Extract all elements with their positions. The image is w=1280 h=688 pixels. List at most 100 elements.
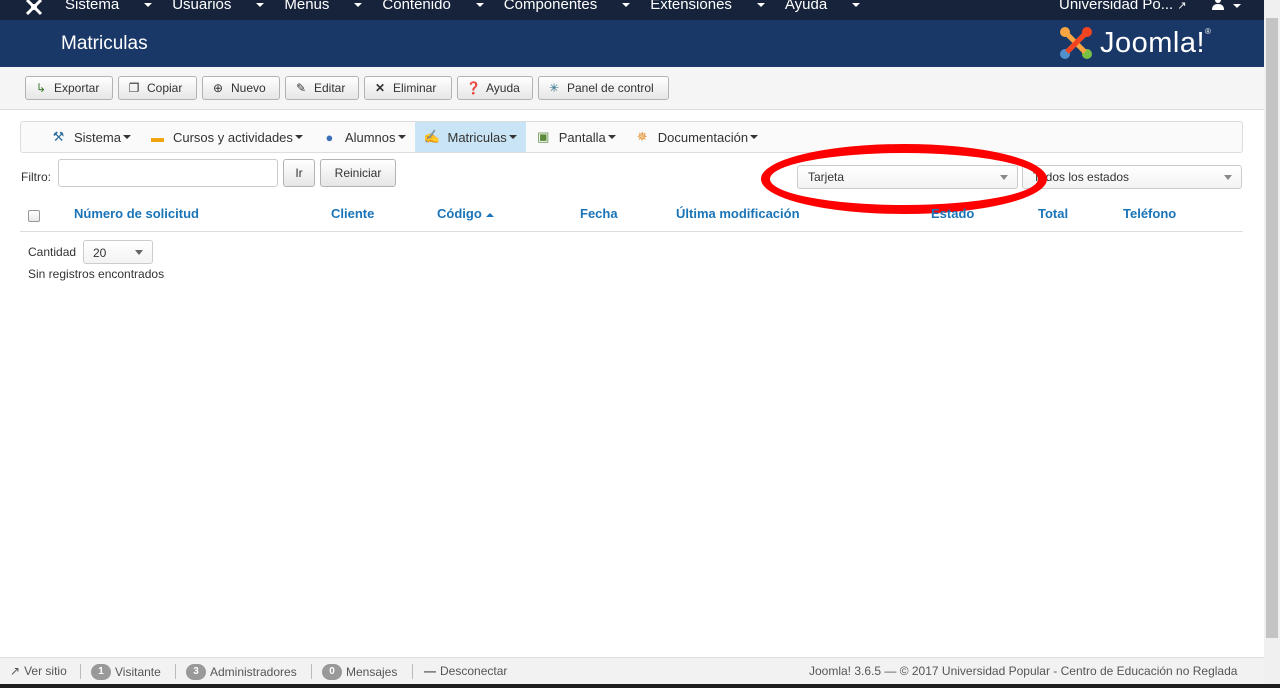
visitors-status: 1 Visitante [91, 664, 161, 680]
table-header: Número de solicitud Cliente Código Fecha… [20, 200, 1243, 232]
submenu-pantalla[interactable]: ▣ Pantalla [526, 122, 625, 152]
status-footer: ↗ Ver sitio 1 Visitante 3 Administradore… [0, 657, 1264, 684]
reset-button[interactable]: Reiniciar [320, 159, 396, 187]
visitors-badge: 1 [91, 664, 111, 680]
scrollbar-thumb[interactable] [1266, 18, 1278, 638]
empty-message: Sin registros encontrados [28, 267, 165, 281]
column-numero-solicitud[interactable]: Número de solicitud [74, 206, 199, 221]
submenu-alumnos[interactable]: ● Alumnos [312, 122, 415, 152]
caret-down-icon [122, 135, 131, 139]
admins-status: 3 Administradores [186, 664, 297, 680]
submenu-documentacion[interactable]: ✵ Documentación [625, 122, 767, 152]
state-filter-select[interactable]: Todos los estados [1022, 165, 1242, 189]
users-icon: ● [325, 129, 334, 145]
copy-icon: ❐ [128, 81, 140, 95]
menu-extensiones[interactable]: Extensiones [650, 0, 765, 13]
messages-link[interactable]: 0 Mensajes [322, 664, 397, 680]
delete-button[interactable]: ✕ Eliminar [364, 76, 452, 100]
footer-divider [412, 664, 413, 679]
edit-button[interactable]: ✎ Editar [285, 76, 359, 100]
menu-sistema[interactable]: Sistema [65, 0, 153, 13]
user-icon [1212, 0, 1224, 10]
payment-filter-select[interactable]: Tarjeta [797, 165, 1018, 189]
minus-icon: — [424, 664, 436, 678]
copyright-text: Joomla! 3.6.5 — © 2017 Universidad Popul… [809, 664, 1238, 678]
go-button[interactable]: Ir [283, 159, 315, 187]
footer-divider [80, 664, 81, 679]
asterisk-icon: ✳ [548, 81, 560, 95]
caret-down-icon [750, 135, 759, 139]
control-panel-button[interactable]: ✳ Panel de control [538, 76, 669, 100]
top-menu: Sistema Usuarios Menús Contenido Compone… [65, 0, 880, 13]
logout-link[interactable]: — Desconectar [424, 664, 507, 678]
filter-search-input[interactable] [58, 159, 278, 187]
menu-usuarios[interactable]: Usuarios [172, 0, 265, 13]
caret-down-icon [475, 3, 484, 8]
page-header: Matriculas Joomla!® [0, 20, 1264, 67]
menu-ayuda[interactable]: Ayuda [785, 0, 861, 13]
caret-down-icon [1233, 4, 1242, 9]
menu-contenido[interactable]: Contenido [382, 0, 484, 13]
help-button[interactable]: ❓ Ayuda [457, 76, 533, 100]
menu-componentes[interactable]: Componentes [504, 0, 631, 13]
document-pen-icon: ✍ [423, 129, 441, 144]
caret-down-icon [756, 3, 765, 8]
close-icon: ✕ [374, 81, 386, 95]
caret-down-icon [354, 3, 363, 8]
chevron-down-icon [135, 250, 143, 255]
caret-down-icon [508, 135, 517, 139]
select-all-checkbox[interactable] [28, 210, 40, 222]
caret-down-icon [144, 3, 153, 8]
caret-down-icon [622, 3, 631, 8]
question-circle-icon: ❓ [466, 81, 481, 95]
action-toolbar: ↳ Exportar ❐ Copiar ⊕ Nuevo ✎ Editar ✕ E… [0, 67, 1264, 110]
filter-label: Filtro: [21, 170, 51, 184]
new-button[interactable]: ⊕ Nuevo [202, 76, 280, 100]
window-bottom-edge [0, 684, 1280, 688]
admin-top-navbar: Sistema Usuarios Menús Contenido Compone… [0, 0, 1280, 20]
caret-down-icon [397, 135, 406, 139]
external-link-icon: ↗ [10, 664, 21, 678]
caret-down-icon [607, 135, 616, 139]
plus-circle-icon: ⊕ [212, 81, 224, 95]
copy-button[interactable]: ❐ Copiar [118, 76, 197, 100]
caret-down-icon [256, 3, 265, 8]
gear-doc-icon: ✵ [636, 129, 648, 144]
edit-icon: ✎ [295, 81, 307, 95]
limit-label: Cantidad [28, 245, 77, 259]
user-menu[interactable] [1212, 0, 1242, 14]
sort-asc-icon [485, 212, 494, 217]
column-cliente[interactable]: Cliente [331, 206, 374, 221]
site-link[interactable]: Universidad Po... ↗ [1059, 0, 1187, 13]
footer-divider [311, 664, 312, 679]
screen-icon: ▣ [537, 129, 550, 144]
submenu-sistema[interactable]: ⚒ Sistema [41, 122, 140, 152]
submenu-cursos[interactable]: ▬ Cursos y actividades [140, 122, 312, 152]
submenu-spacer [21, 122, 41, 152]
page-title: Matriculas [61, 33, 148, 54]
joomla-brand-logo: Joomla!® [1058, 25, 1211, 61]
export-icon: ↳ [35, 81, 47, 95]
tools-icon: ⚒ [52, 129, 65, 144]
menu-menus[interactable]: Menús [284, 0, 363, 13]
joomla-icon[interactable] [24, 0, 44, 17]
external-link-icon: ↗ [1177, 0, 1187, 12]
caret-down-icon [852, 3, 861, 8]
view-site-link[interactable]: ↗ Ver sitio [10, 664, 67, 678]
column-fecha[interactable]: Fecha [580, 206, 618, 221]
admins-badge: 3 [186, 664, 206, 680]
chevron-down-icon [1224, 175, 1232, 180]
column-estado[interactable]: Estado [931, 206, 974, 221]
registered-mark: ® [1205, 26, 1212, 36]
column-ultima-modificacion[interactable]: Última modificación [676, 206, 800, 221]
export-button[interactable]: ↳ Exportar [25, 76, 113, 100]
column-telefono[interactable]: Teléfono [1123, 206, 1176, 221]
submenu-matriculas[interactable]: ✍ Matriculas [414, 122, 526, 152]
column-total[interactable]: Total [1038, 206, 1068, 221]
joomla-logo-icon [1060, 27, 1092, 59]
component-submenu: ⚒ Sistema ▬ Cursos y actividades ● Alumn… [20, 121, 1243, 153]
folder-icon: ▬ [150, 129, 164, 145]
column-codigo[interactable]: Código [437, 206, 494, 221]
chevron-down-icon [1000, 175, 1008, 180]
limit-select[interactable]: 20 [83, 240, 153, 264]
